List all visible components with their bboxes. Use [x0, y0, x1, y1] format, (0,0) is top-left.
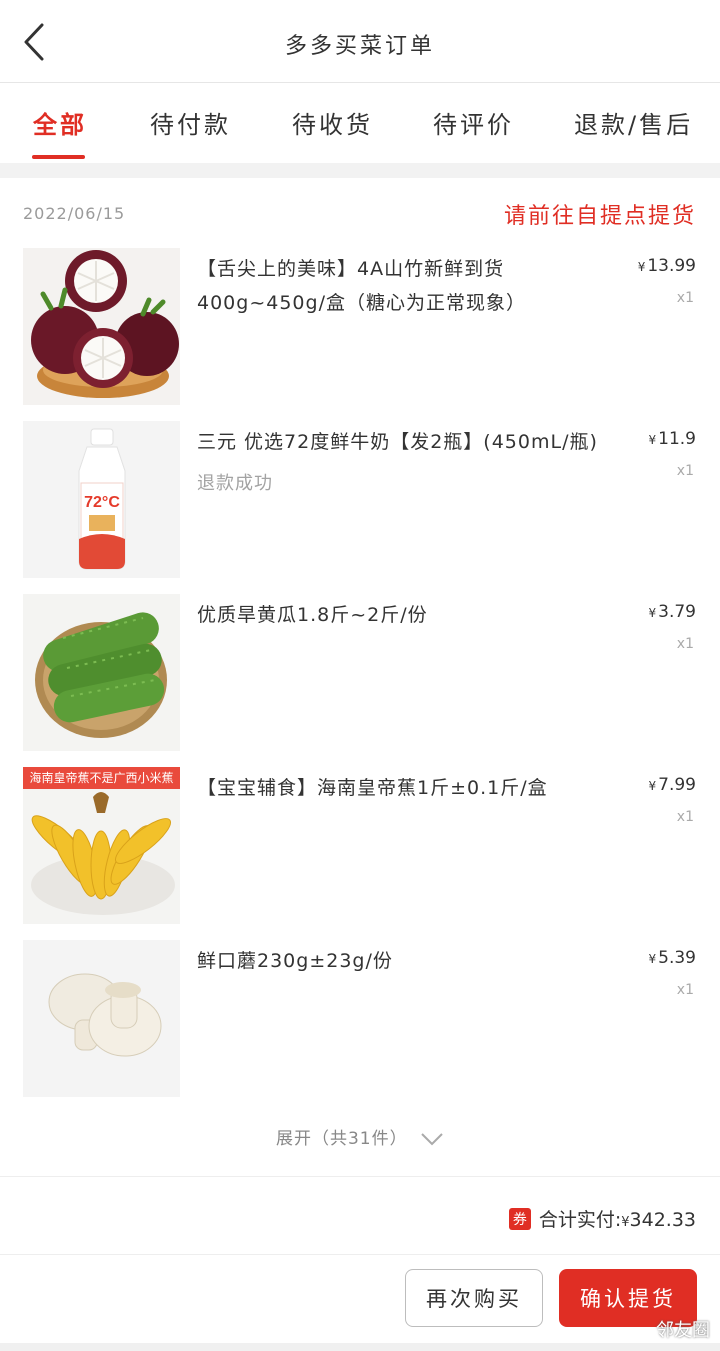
svg-text:72°C: 72°C	[84, 494, 120, 511]
item-price: ¥5.39	[648, 948, 697, 968]
item-quantity: x1	[676, 463, 694, 479]
top-bar: 多多买菜订单	[0, 0, 720, 83]
item-name: 三元 优选72度鲜牛奶【发2瓶】(450mL/瓶)	[197, 431, 598, 453]
product-image-mushrooms	[23, 940, 180, 1097]
refund-status: 退款成功	[197, 473, 273, 494]
item-price: ¥11.9	[648, 429, 697, 449]
item-quantity: x1	[676, 290, 694, 306]
order-item[interactable]: 优质旱黄瓜1.8斤~2斤/份 ¥3.79 x1	[0, 594, 720, 754]
expand-items-button[interactable]: 展开（共31件）	[0, 1124, 720, 1149]
item-price: ¥3.79	[648, 602, 697, 622]
divider	[0, 1254, 720, 1255]
order-item[interactable]: 鲜口蘑230g±23g/份 ¥5.39 x1	[0, 940, 720, 1100]
order-tabs: 全部 待付款 待收货 待评价 退款/售后	[0, 83, 720, 163]
tab-refund-after-sales[interactable]: 退款/售后	[574, 105, 693, 140]
promo-banner: 海南皇帝蕉不是广西小米蕉	[23, 767, 180, 789]
product-image-bananas: 海南皇帝蕉不是广西小米蕉	[23, 767, 180, 924]
item-quantity: x1	[676, 982, 694, 998]
order-item[interactable]: 72°C 三元 优选72度鲜牛奶【发2瓶】(450mL/瓶) 退款成功 ¥11.…	[0, 421, 720, 581]
item-quantity: x1	[676, 636, 694, 652]
item-name: 鲜口蘑230g±23g/份	[197, 950, 393, 972]
item-price: ¥13.99	[637, 256, 696, 276]
buy-again-button[interactable]: 再次购买	[405, 1269, 543, 1327]
item-price: ¥7.99	[648, 775, 697, 795]
tab-all[interactable]: 全部	[33, 105, 87, 140]
product-image-milk: 72°C	[23, 421, 180, 578]
product-image-mangosteen	[23, 248, 180, 405]
divider	[0, 1176, 720, 1177]
bottom-strip	[0, 1343, 720, 1351]
order-item[interactable]: 海南皇帝蕉不是广西小米蕉 【宝宝辅食】海南皇帝蕉1斤±0.1斤/盒 ¥7.99 …	[0, 767, 720, 927]
item-name: 优质旱黄瓜1.8斤~2斤/份	[197, 604, 428, 626]
active-tab-indicator	[32, 155, 85, 159]
chevron-down-icon	[421, 1133, 443, 1146]
product-image-cucumbers	[23, 594, 180, 751]
tab-pending-receipt[interactable]: 待收货	[292, 105, 373, 140]
coupon-badge: 券	[508, 1208, 531, 1230]
order-item[interactable]: 【舌尖上的美味】4A山竹新鲜到货400g~450g/盒（糖心为正常现象） ¥13…	[0, 248, 720, 408]
tab-pending-payment[interactable]: 待付款	[150, 105, 231, 140]
order-status: 请前往自提点提货	[503, 204, 696, 229]
order-date: 2022/06/15	[23, 204, 126, 223]
total-label: 合计实付:	[538, 1209, 622, 1231]
item-quantity: x1	[676, 809, 694, 825]
section-gap	[0, 163, 720, 178]
item-name: 【舌尖上的美味】4A山竹新鲜到货400g~450g/盒（糖心为正常现象）	[197, 258, 526, 314]
expand-label: 展开（共31件）	[275, 1129, 408, 1149]
watermark: 邻友圈	[656, 1320, 710, 1341]
item-name: 【宝宝辅食】海南皇帝蕉1斤±0.1斤/盒	[197, 777, 548, 799]
total-value: 342.33	[629, 1209, 696, 1231]
page-title: 多多买菜订单	[284, 34, 435, 59]
order-total: 券合计实付:¥342.33	[508, 1205, 696, 1232]
tab-pending-review[interactable]: 待评价	[433, 105, 514, 140]
